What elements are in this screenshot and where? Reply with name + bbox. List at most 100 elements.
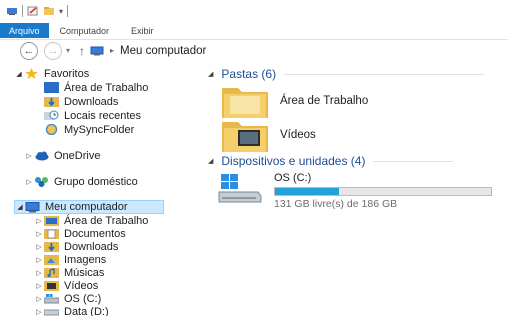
computer-icon: [25, 201, 40, 212]
computer-icon[interactable]: [6, 6, 18, 16]
downloads-folder-icon: [44, 242, 59, 252]
drive-tile-os-c[interactable]: OS (C:) 131 GB livre(s) de 186 GB: [218, 172, 492, 210]
expand-arrow-icon[interactable]: ▷: [34, 308, 44, 316]
forward-button[interactable]: →: [44, 41, 62, 60]
nav-item-locais-recentes[interactable]: Locais recentes: [44, 109, 141, 122]
nav-item-downloads[interactable]: Downloads: [44, 95, 118, 108]
cloud-icon: [35, 151, 49, 161]
ribbon-tabs: Arquivo Computador Exibir: [0, 23, 508, 38]
nav-label: Imagens: [64, 253, 107, 266]
drive-usage-bar: [274, 187, 492, 196]
collapse-arrow-icon[interactable]: ◢: [208, 70, 213, 78]
collapse-arrow-icon[interactable]: ◢: [14, 70, 24, 78]
quick-access-toolbar: ▾: [0, 0, 508, 22]
nav-label: Meu computador: [45, 201, 128, 213]
drive-name: OS (C:): [274, 172, 312, 184]
nav-item-imagens[interactable]: ▷ Imagens: [34, 253, 106, 266]
videos-folder-icon: [44, 281, 59, 291]
drive-icon: [44, 309, 59, 316]
nav-label: Documentos: [64, 227, 126, 240]
homegroup-icon: [35, 177, 48, 187]
nav-item-musicas[interactable]: ▷ Músicas: [34, 266, 104, 279]
nav-label: MySyncFolder: [64, 123, 135, 136]
nav-label: Grupo doméstico: [54, 175, 138, 188]
breadcrumb-arrow-icon: ▸: [110, 46, 115, 55]
tab-exibir[interactable]: Exibir: [120, 23, 165, 38]
drive-usage-fill: [275, 188, 339, 195]
expand-arrow-icon[interactable]: ▷: [34, 282, 44, 290]
nav-item-downloads[interactable]: ▷ Downloads: [34, 240, 118, 253]
nav-item-documentos[interactable]: ▷ Documentos: [34, 227, 126, 240]
desktop-folder-icon: [44, 216, 59, 226]
address-row: ← → ▾ ↑ ▸ Meu computador: [0, 39, 508, 61]
desktop-icon: [44, 82, 59, 93]
group-divider: [373, 160, 454, 162]
drive-info: OS (C:) 131 GB livre(s) de 186 GB: [274, 172, 492, 210]
nav-favorites[interactable]: ◢ Favoritos: [14, 67, 89, 80]
nav-label: OneDrive: [54, 149, 101, 162]
nav-item-area-de-trabalho[interactable]: ▷ Área de Trabalho: [34, 214, 148, 227]
group-header-dispositivos[interactable]: ◢ Dispositivos e unidades (4): [208, 154, 454, 168]
folder-tile-videos[interactable]: Vídeos: [220, 116, 316, 154]
windows-drive-icon: [218, 174, 262, 203]
nav-label: Data (D:): [64, 305, 109, 316]
music-folder-icon: [44, 268, 59, 278]
breadcrumb-item[interactable]: Meu computador: [120, 45, 206, 57]
videos-folder-icon: [222, 122, 268, 152]
desktop-folder-icon: [222, 88, 268, 118]
tab-computador[interactable]: Computador: [49, 23, 121, 38]
up-arrow-icon[interactable]: ↑: [79, 44, 85, 58]
customize-toolbar-icon[interactable]: ▾: [59, 7, 63, 16]
collapse-arrow-icon[interactable]: ◢: [208, 157, 213, 165]
recent-locations-icon[interactable]: ▾: [66, 46, 70, 55]
nav-item-videos[interactable]: ▷ Vídeos: [34, 279, 98, 292]
nav-label: Área de Trabalho: [64, 81, 149, 94]
nav-label: Músicas: [64, 266, 105, 279]
navigation-pane: ◢ Favoritos Área de Trabalho Downloads L…: [0, 64, 196, 316]
tab-arquivo[interactable]: Arquivo: [0, 23, 49, 38]
group-title: Dispositivos e unidades (4): [221, 154, 366, 168]
group-divider: [284, 73, 485, 75]
nav-homegroup[interactable]: ▷ Grupo doméstico: [24, 175, 138, 188]
nav-label: Locais recentes: [64, 109, 142, 122]
nav-item-data-d[interactable]: ▷ Data (D:): [34, 305, 109, 316]
drive-free-space: 131 GB livre(s) de 186 GB: [274, 198, 398, 210]
toolbar-separator: [22, 5, 23, 17]
star-icon: [25, 68, 38, 79]
nav-onedrive[interactable]: ▷ OneDrive: [24, 149, 100, 162]
back-button[interactable]: ←: [20, 41, 38, 60]
collapse-arrow-icon[interactable]: ◢: [15, 203, 25, 211]
nav-item-os-c[interactable]: ▷ OS (C:): [34, 292, 101, 305]
folder-label: Área de Trabalho: [280, 95, 369, 107]
group-header-pastas[interactable]: ◢ Pastas (6): [208, 67, 485, 81]
pictures-folder-icon: [44, 255, 59, 265]
expand-arrow-icon[interactable]: ▷: [24, 152, 34, 160]
nav-label: Área de Trabalho: [64, 214, 149, 227]
new-folder-icon[interactable]: [43, 6, 55, 16]
breadcrumb[interactable]: ▸ Meu computador: [90, 45, 206, 57]
nav-label: Vídeos: [64, 279, 99, 292]
expand-arrow-icon[interactable]: ▷: [34, 295, 44, 303]
downloads-folder-icon: [44, 97, 59, 107]
expand-arrow-icon[interactable]: ▷: [24, 178, 34, 186]
properties-icon[interactable]: [27, 6, 39, 16]
expand-arrow-icon[interactable]: ▷: [34, 269, 44, 277]
nav-item-mysyncfolder[interactable]: MySyncFolder: [44, 123, 134, 136]
group-title: Pastas (6): [221, 67, 277, 81]
nav-label: Downloads: [64, 95, 119, 108]
nav-label: Downloads: [64, 240, 119, 253]
expand-arrow-icon[interactable]: ▷: [34, 217, 44, 225]
drive-icon: [44, 294, 59, 304]
folder-tile-area-de-trabalho[interactable]: Área de Trabalho: [220, 82, 368, 120]
expand-arrow-icon[interactable]: ▷: [34, 230, 44, 238]
computer-icon: [90, 46, 104, 55]
nav-label: OS (C:): [64, 292, 102, 305]
expand-arrow-icon[interactable]: ▷: [34, 243, 44, 251]
documents-folder-icon: [44, 229, 59, 239]
forward-arrow-icon: →: [47, 44, 59, 57]
nav-item-area-de-trabalho[interactable]: Área de Trabalho: [44, 81, 148, 94]
nav-meu-computador[interactable]: ◢ Meu computador: [14, 200, 164, 214]
sync-folder-icon: [45, 124, 58, 135]
expand-arrow-icon[interactable]: ▷: [34, 256, 44, 264]
folder-label: Vídeos: [280, 129, 316, 141]
